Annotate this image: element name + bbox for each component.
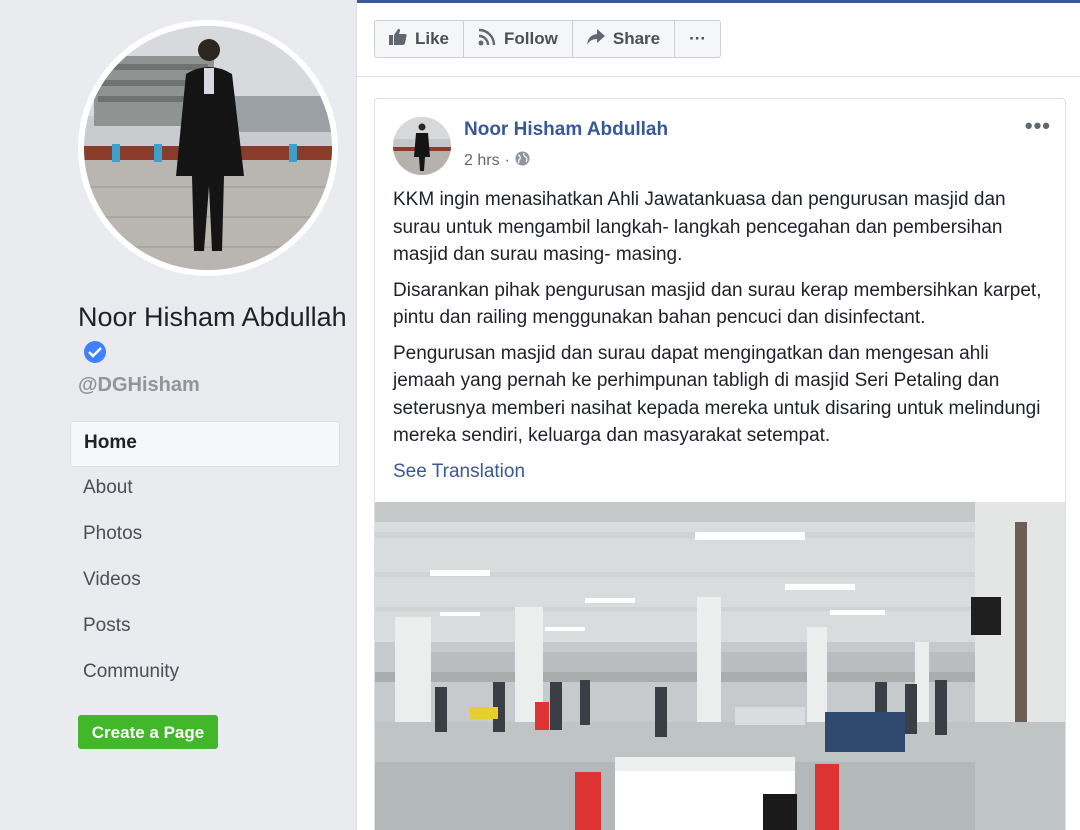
- post-paragraph-2: Disarankan pihak pengurusan masjid dan s…: [393, 279, 1042, 329]
- verified-badge-icon: [84, 341, 106, 363]
- nav-item-community[interactable]: Community: [70, 651, 340, 697]
- follow-label: Follow: [504, 29, 558, 48]
- post-more-options-icon[interactable]: •••: [1025, 113, 1051, 139]
- page-handle[interactable]: @DGHisham: [78, 374, 200, 397]
- post-timestamp[interactable]: 2 hrs: [464, 152, 500, 170]
- thumbs-up-icon: [389, 28, 407, 50]
- nav-item-videos[interactable]: Videos: [70, 559, 340, 605]
- post-author-avatar[interactable]: [393, 117, 451, 175]
- section-divider: [357, 76, 1080, 77]
- post-paragraph-3: Pengurusan masjid dan surau dapat mengin…: [393, 342, 1041, 447]
- profile-picture[interactable]: [84, 26, 332, 270]
- more-dots-icon: ···: [689, 29, 707, 48]
- rss-follow-icon: [478, 28, 496, 51]
- follow-button[interactable]: Follow: [464, 21, 573, 57]
- profile-picture-frame[interactable]: [78, 20, 338, 276]
- post-meta: 2 hrs ·: [464, 151, 530, 171]
- more-options-button[interactable]: ···: [675, 21, 720, 57]
- page-action-bar: Like Follow Share ···: [374, 20, 722, 58]
- post-body: KKM ingin menasihatkan Ahli Jawatankuasa…: [393, 186, 1053, 485]
- nav-item-photos[interactable]: Photos: [70, 513, 340, 559]
- post-paragraph-1: KKM ingin menasihatkan Ahli Jawatankuasa…: [393, 189, 1006, 265]
- share-label: Share: [612, 29, 661, 48]
- nav-item-about[interactable]: About: [70, 467, 340, 513]
- top-accent-line: [357, 0, 1080, 3]
- post-photo[interactable]: [375, 502, 1065, 830]
- left-sidebar: Noor Hisham Abdullah @DGHisham Home Abou…: [0, 0, 356, 830]
- post-card: Noor Hisham Abdullah 2 hrs · ••• KKM ing…: [374, 98, 1066, 830]
- page-nav: Home About Photos Videos Posts Community: [70, 421, 340, 697]
- see-translation-link[interactable]: See Translation: [393, 458, 1053, 486]
- like-label: Like: [415, 29, 450, 48]
- page-name-text: Noor Hisham Abdullah: [78, 302, 347, 332]
- globe-icon[interactable]: [515, 151, 530, 171]
- like-button[interactable]: Like: [375, 21, 465, 57]
- nav-item-posts[interactable]: Posts: [70, 605, 340, 651]
- share-arrow-icon: [586, 28, 605, 50]
- create-page-button[interactable]: Create a Page: [78, 715, 218, 749]
- page-title: Noor Hisham Abdullah: [78, 300, 348, 370]
- main-content: Like Follow Share ··· Noor Hisham Abdull: [356, 0, 1080, 830]
- post-author-name[interactable]: Noor Hisham Abdullah: [464, 119, 668, 141]
- share-button[interactable]: Share: [573, 21, 676, 57]
- meta-separator: ·: [504, 152, 510, 169]
- nav-item-home[interactable]: Home: [70, 421, 340, 467]
